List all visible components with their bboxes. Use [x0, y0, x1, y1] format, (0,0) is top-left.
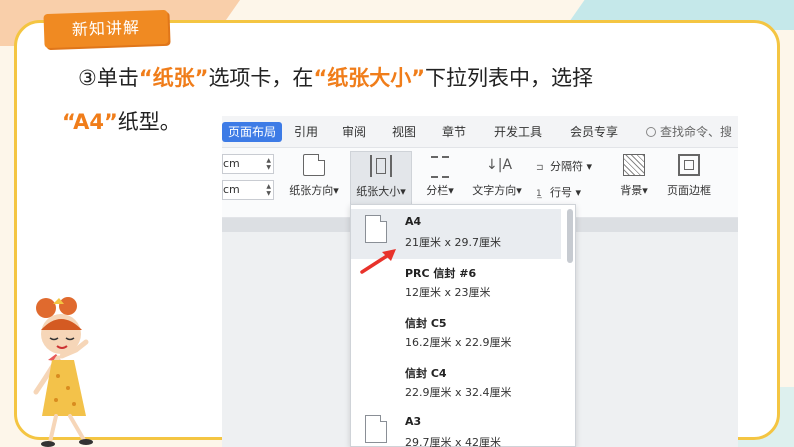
page-border-button[interactable]: 页面边框 — [662, 154, 716, 198]
section-tag: 新知讲解 — [43, 9, 169, 49]
page-border-label: 页面边框 — [667, 184, 711, 197]
instr-prefix: ③单击 — [78, 66, 139, 90]
page-border-icon — [678, 154, 700, 176]
paper-size-dropdown: A4 21厘米 x 29.7厘米 PRC 信封 #6 12厘米 x 23厘米 信… — [350, 204, 576, 447]
paper-option-a3[interactable]: A3 29.7厘米 x 42厘米 — [351, 409, 561, 447]
columns-button[interactable]: 分栏▾ — [420, 154, 460, 198]
paper-size-label: 纸张大小 — [356, 185, 401, 198]
line-numbers-button[interactable]: 1̲ 行号 ▾ — [536, 184, 581, 200]
instr-suffix-2: 纸型。 — [117, 110, 181, 134]
paper-option-dims: 22.9厘米 x 32.4厘米 — [405, 386, 512, 399]
spinner-unit: cm — [223, 157, 240, 170]
ribbon-tabs: 页面布局 引用 审阅 视图 章节 开发工具 会员专享 查找命令、搜 — [222, 116, 738, 148]
background-label: 背景 — [620, 184, 643, 197]
instruction-line-2: “A4”纸型。 — [62, 106, 181, 136]
tab-page-layout[interactable]: 页面布局 — [222, 122, 283, 142]
line-numbers-icon: 1̲ — [536, 189, 542, 199]
instr-highlight-a4: “A4” — [62, 110, 118, 134]
paper-option-dims: 16.2厘米 x 22.9厘米 — [405, 336, 512, 349]
text-direction-label: 文字方向 — [472, 184, 517, 197]
paper-option-name: 信封 C5 — [405, 317, 447, 330]
command-search[interactable]: 查找命令、搜 — [646, 122, 732, 142]
paper-option-c5[interactable]: 信封 C5 16.2厘米 x 22.9厘米 — [351, 309, 561, 359]
paper-option-dims: 29.7厘米 x 42厘米 — [405, 436, 501, 447]
paper-size-icon — [370, 155, 392, 177]
search-icon — [646, 127, 656, 137]
tab-developer[interactable]: 开发工具 — [494, 122, 542, 142]
instr-highlight-paper-size: “纸张大小” — [313, 66, 426, 90]
separator-label: 分隔符 — [550, 160, 583, 173]
background-icon — [623, 154, 645, 176]
text-direction-icon: ↓|A — [486, 157, 513, 173]
columns-icon — [429, 154, 451, 178]
cartoon-girl-illustration — [33, 297, 93, 447]
paper-page-icon — [365, 415, 387, 443]
paper-option-name: A3 — [405, 415, 422, 428]
paper-option-name: PRC 信封 #6 — [405, 267, 477, 280]
spinner-arrows-icon[interactable]: ▲ ▼ — [266, 183, 271, 197]
page-orientation-icon — [303, 154, 325, 176]
paper-option-dims: 12厘米 x 23厘米 — [405, 286, 491, 299]
text-direction-button[interactable]: ↓|A 文字方向▾ — [466, 154, 528, 198]
tab-chapter[interactable]: 章节 — [442, 122, 466, 142]
paper-option-c4[interactable]: 信封 C4 22.9厘米 x 32.4厘米 — [351, 359, 561, 409]
margin-spinner-1[interactable]: cm ▲ ▼ — [222, 154, 274, 174]
instruction-line-1: ③单击“纸张”选项卡，在“纸张大小”下拉列表中，选择 — [78, 62, 593, 92]
red-pointer-arrow-icon — [360, 249, 396, 274]
line-numbers-label: 行号 — [550, 186, 572, 199]
instr-highlight-paper-tab: “纸张” — [138, 66, 209, 90]
tab-references[interactable]: 引用 — [294, 122, 318, 142]
tab-view[interactable]: 视图 — [392, 122, 416, 142]
orientation-label: 纸张方向 — [289, 184, 334, 197]
tab-review[interactable]: 审阅 — [342, 122, 366, 142]
tab-member[interactable]: 会员专享 — [570, 122, 618, 142]
separator-icon: ⊐ — [536, 163, 544, 173]
margin-spinner-2[interactable]: cm ▲ ▼ — [222, 180, 274, 200]
section-tag-label: 新知讲解 — [71, 17, 141, 40]
spinner-unit: cm — [223, 183, 240, 196]
instr-suffix: 下拉列表中，选择 — [425, 66, 594, 90]
orientation-button[interactable]: 纸张方向▾ — [284, 154, 344, 198]
paper-size-button[interactable]: 纸张大小▾ — [350, 151, 412, 205]
columns-label: 分栏 — [426, 184, 449, 197]
paper-page-icon — [365, 215, 387, 243]
separator-button[interactable]: ⊐ 分隔符 ▾ — [536, 158, 592, 174]
dropdown-scrollbar[interactable] — [567, 209, 573, 263]
spinner-arrows-icon[interactable]: ▲ ▼ — [266, 157, 271, 171]
app-screenshot: 页面布局 引用 审阅 视图 章节 开发工具 会员专享 查找命令、搜 cm ▲ ▼ c… — [222, 116, 738, 447]
paper-option-name: 信封 C4 — [405, 367, 447, 380]
instr-middle: 选项卡，在 — [208, 66, 314, 90]
background-button[interactable]: 背景▾ — [616, 154, 652, 198]
command-search-label: 查找命令、搜 — [660, 125, 733, 139]
paper-option-dims: 21厘米 x 29.7厘米 — [405, 236, 501, 249]
paper-option-name: A4 — [405, 215, 422, 228]
